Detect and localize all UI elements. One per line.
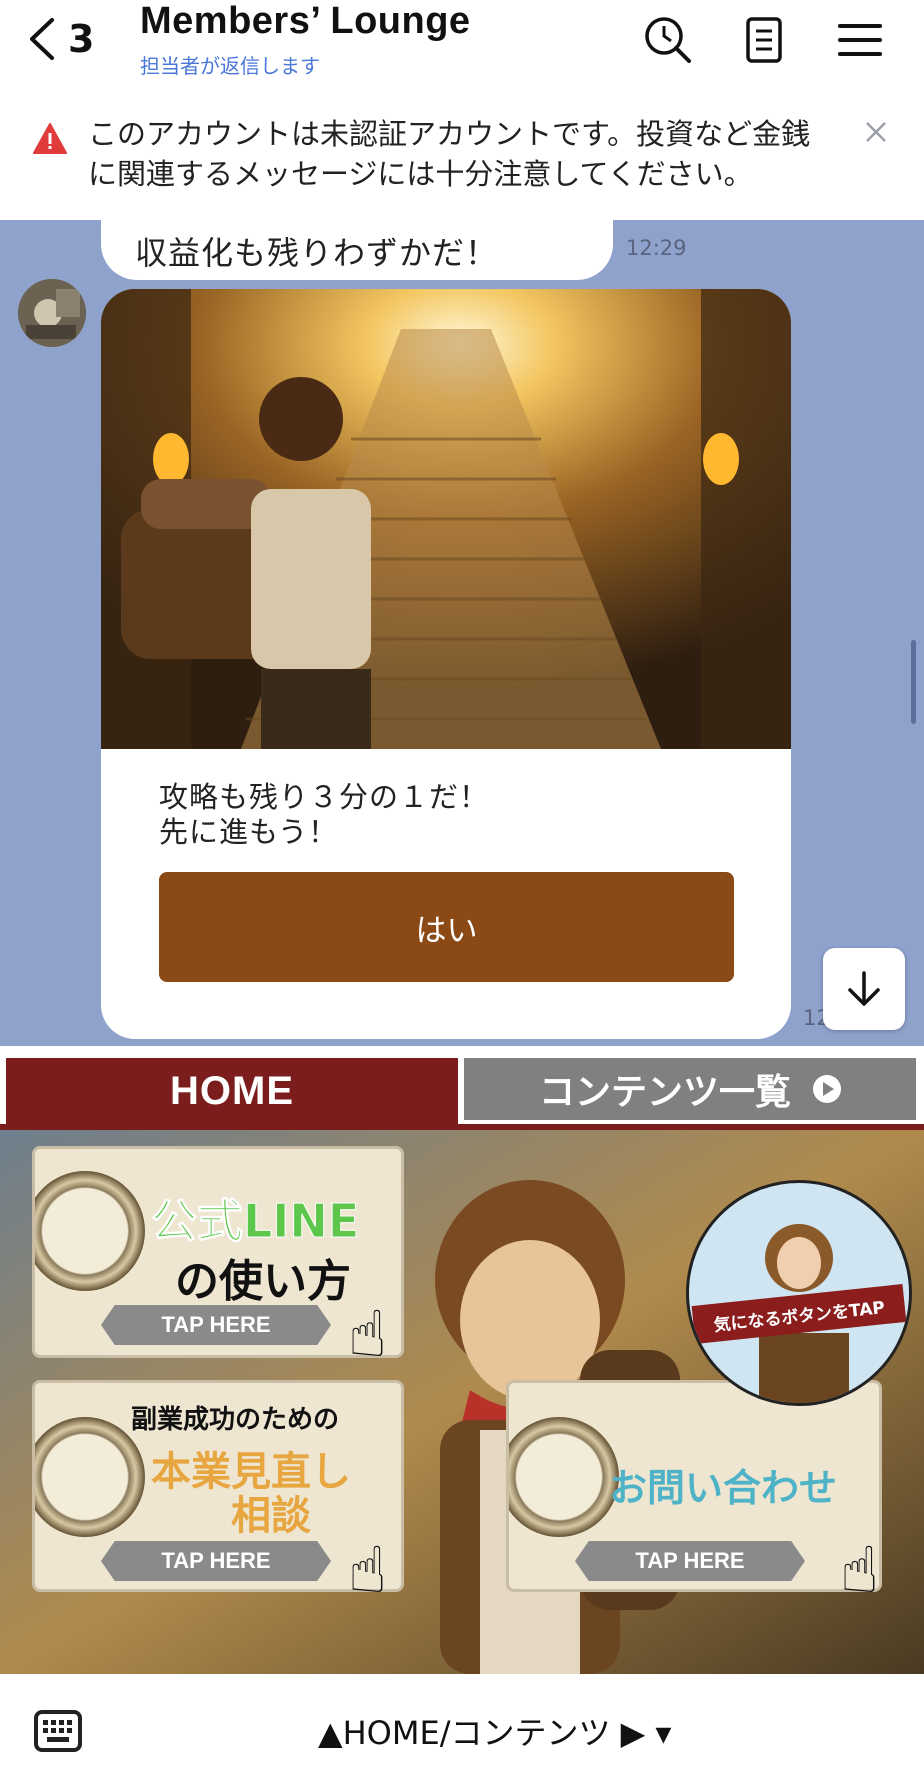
tab-content-list[interactable]: コンテンツ一覧: [464, 1058, 916, 1120]
rich-menu-image: 公式LINE の使い方 TAP HERE ☝ 副業成功のための 本業見直し 相談…: [0, 1130, 924, 1674]
search-history-icon[interactable]: [642, 14, 694, 66]
panel-1-line-2: の使い方: [175, 1256, 351, 1307]
play-icon: [813, 1075, 841, 1103]
arrow-down-icon: [848, 971, 880, 1006]
account-avatar[interactable]: [18, 279, 86, 347]
chat-title[interactable]: Members’ Lounge: [140, 0, 471, 43]
chat-header: 3 Members’ Lounge 担当者が返信します: [0, 0, 924, 92]
message-bubble[interactable]: 収益化も残りわずかだ！: [101, 220, 613, 280]
compass-icon: [35, 1417, 145, 1537]
pointing-hand-icon: ☝: [348, 1534, 387, 1608]
bottom-bar: ▲HOME/コンテンツ ▶︎ ▾: [0, 1674, 924, 1770]
chevron-left-icon: [30, 18, 54, 60]
card-image: [101, 289, 791, 749]
chat-area[interactable]: 収益化も残りわずかだ！ 12:29 攻略も残り３分の１だ！ 先に進もう！ はい …: [0, 220, 924, 1046]
tab-content-label: コンテンツ一覧: [538, 1072, 791, 1113]
chat-subtitle: 担当者が返信します: [140, 54, 320, 78]
message-text: 収益化も残りわずかだ！: [135, 234, 499, 272]
panel-3-tap-label: TAP HERE: [575, 1541, 805, 1581]
back-button[interactable]: 3: [26, 14, 126, 64]
rich-menu-toggle[interactable]: ▲HOME/コンテンツ ▶︎ ▾: [318, 1708, 672, 1754]
panel-1-tap-label: TAP HERE: [101, 1305, 331, 1345]
unverified-account-notice: このアカウントは未認証アカウントです。投資など金銭に関連するメッセージには十分注…: [0, 92, 924, 220]
notes-icon[interactable]: [738, 14, 790, 66]
message-time: 12:29: [626, 236, 687, 260]
panel-1-line-1: 公式LINE: [150, 1194, 360, 1249]
pointing-hand-icon: ☝: [348, 1298, 387, 1372]
panel-3-line-1: お問い合わせ: [609, 1466, 838, 1510]
warning-icon: [33, 123, 67, 154]
tab-home[interactable]: HOME: [6, 1058, 458, 1124]
rich-menu: HOME コンテンツ一覧 公式LINE の使い方 TAP HERE ☝ 副業成功…: [0, 1046, 924, 1674]
card-text-line-2: 先に進もう！: [159, 815, 339, 849]
yes-button[interactable]: はい: [159, 872, 734, 982]
panel-2-line-1: 副業成功のための: [131, 1405, 340, 1435]
compass-icon: [35, 1171, 145, 1291]
panel-2-line-3: 相談: [231, 1493, 311, 1539]
pointing-hand-icon: ☝: [840, 1534, 879, 1608]
scrollbar[interactable]: [911, 640, 916, 724]
unread-count: 3: [68, 17, 95, 61]
close-icon[interactable]: [864, 120, 888, 144]
notice-text: このアカウントは未認証アカウントです。投資など金銭に関連するメッセージには十分注…: [88, 117, 811, 191]
menu-panel-contact[interactable]: お問い合わせ TAP HERE: [506, 1380, 882, 1592]
panel-2-tap-label: TAP HERE: [101, 1541, 331, 1581]
scroll-down-button[interactable]: [823, 948, 905, 1030]
featured-circle-button[interactable]: 気になるボタンをTAP: [686, 1180, 912, 1406]
keyboard-icon[interactable]: [34, 1710, 82, 1752]
menu-icon[interactable]: [834, 14, 886, 66]
message-card: 攻略も残り３分の１だ！ 先に進もう！ はい: [101, 289, 791, 1039]
compass-icon: [509, 1417, 619, 1537]
